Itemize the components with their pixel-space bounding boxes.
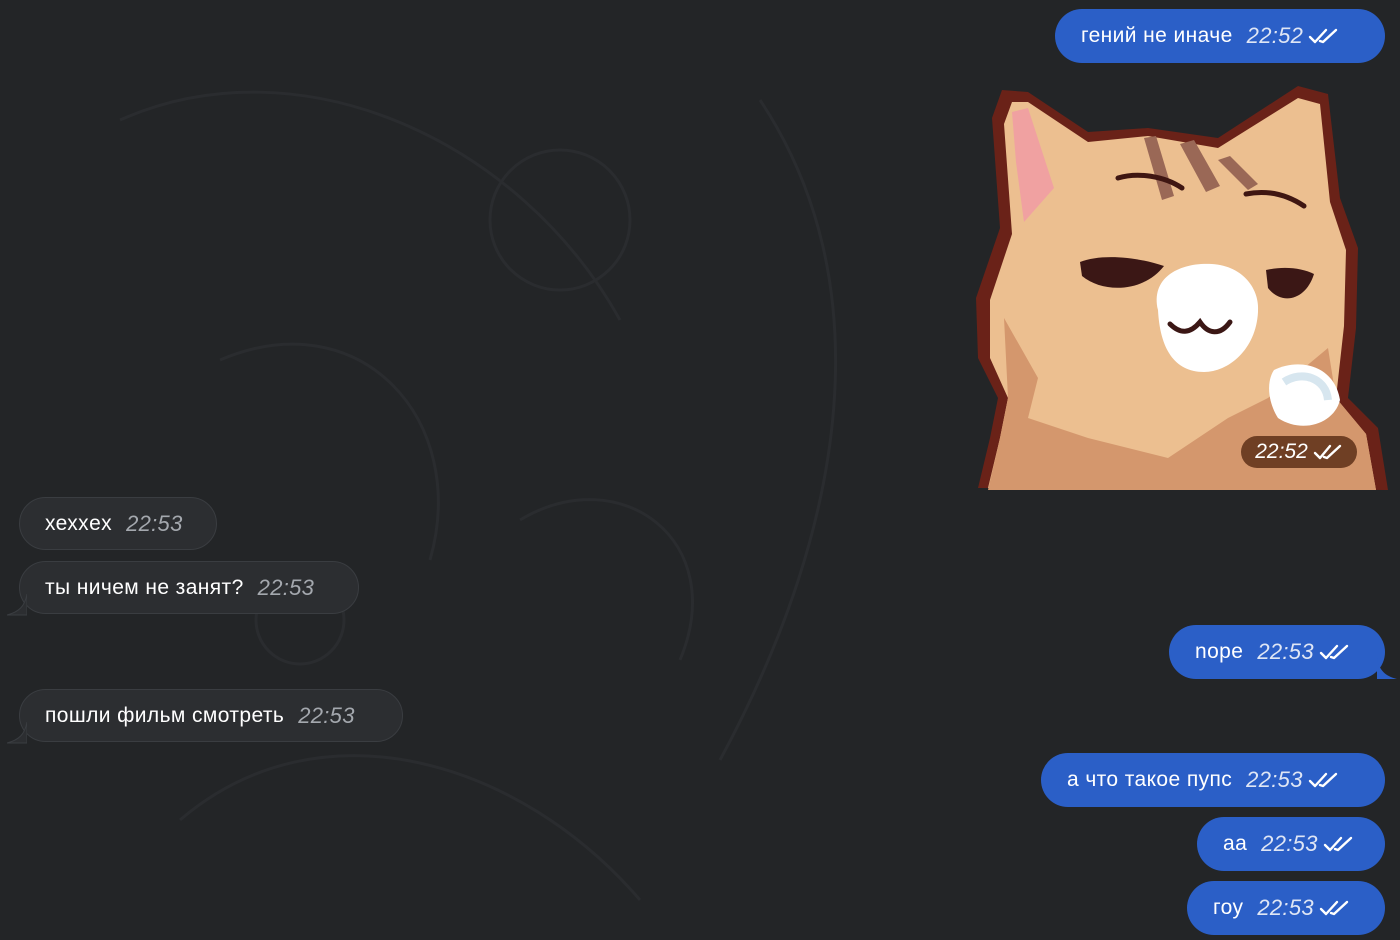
- outgoing-message-bubble[interactable]: гений не иначе 22:52: [1055, 9, 1385, 63]
- message-time: 22:53: [1261, 831, 1318, 856]
- double-check-icon: [1319, 643, 1351, 661]
- message-text: гений не иначе: [1081, 24, 1233, 47]
- outgoing-message-bubble[interactable]: гоу 22:53: [1187, 881, 1385, 935]
- message-text: аа: [1223, 832, 1248, 855]
- message-time: 22:53: [1246, 767, 1303, 792]
- outgoing-message-bubble[interactable]: а что такое пупс 22:53: [1041, 753, 1385, 807]
- message-text: nope: [1195, 640, 1244, 663]
- incoming-message-bubble[interactable]: хехxex 22:53: [19, 497, 217, 550]
- double-check-icon: [1308, 771, 1340, 789]
- message-text: ты ничем не занят?: [45, 575, 244, 599]
- double-check-icon: [1308, 27, 1340, 45]
- message-text: гоу: [1213, 896, 1244, 919]
- message-text: хехxex: [45, 511, 113, 535]
- cat-sticker-icon: [976, 86, 1388, 490]
- outgoing-tail: [1377, 658, 1397, 679]
- message-time: 22:53: [126, 510, 183, 536]
- message-time: 22:53: [1257, 639, 1314, 664]
- message-text: пошли фильм смотреть: [45, 703, 285, 727]
- message-time: 22:52: [1246, 23, 1304, 48]
- double-check-icon: [1319, 899, 1351, 917]
- outgoing-message-bubble[interactable]: аа 22:53: [1197, 817, 1385, 871]
- message-time: 22:53: [298, 702, 355, 728]
- message-time: 22:53: [257, 574, 315, 600]
- message-time: 22:52: [1255, 440, 1308, 463]
- double-check-icon: [1323, 835, 1355, 853]
- incoming-tail: [7, 594, 27, 616]
- incoming-message-bubble[interactable]: пошли фильм смотреть 22:53: [19, 689, 403, 742]
- incoming-message-bubble[interactable]: ты ничем не занят? 22:53: [19, 561, 359, 614]
- cat-sticker[interactable]: [968, 78, 1388, 490]
- double-check-icon: [1313, 443, 1343, 461]
- outgoing-message-bubble[interactable]: nope 22:53: [1169, 625, 1385, 679]
- message-text: а что такое пупс: [1067, 768, 1233, 791]
- incoming-tail: [7, 722, 27, 744]
- sticker-time-badge: 22:52: [1241, 436, 1357, 468]
- message-time: 22:53: [1257, 895, 1314, 920]
